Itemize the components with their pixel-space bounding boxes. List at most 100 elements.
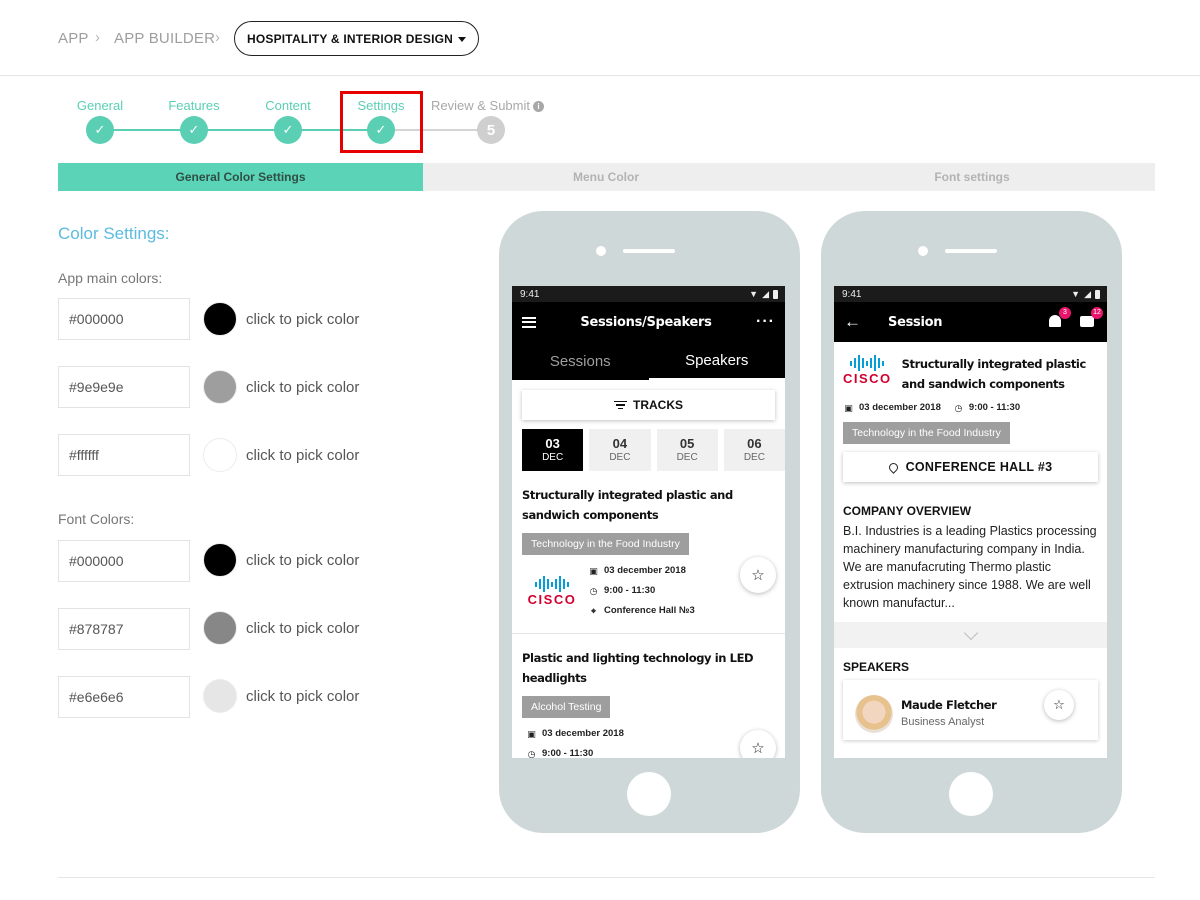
- date-chip[interactable]: 03 DEC: [522, 429, 584, 471]
- app-color-2-swatch[interactable]: [203, 370, 237, 404]
- favorite-star-icon[interactable]: ☆: [1044, 690, 1074, 720]
- location-button[interactable]: CONFERENCE HALL #3: [843, 452, 1098, 482]
- date-selector: 03 DEC 04 DEC 05 DEC 06 DEC: [522, 429, 785, 471]
- step-dot-content[interactable]: ✓: [274, 116, 302, 144]
- location-label: CONFERENCE HALL #3: [905, 460, 1053, 474]
- app-color-3-pick[interactable]: click to pick color: [246, 447, 359, 464]
- font-color-1-pick[interactable]: click to pick color: [246, 552, 359, 569]
- session-title: Structurally integrated plastic and sand…: [901, 357, 1087, 391]
- tab-menu-color[interactable]: Menu Color: [423, 163, 789, 191]
- session-time: 9:00 - 11:30: [542, 748, 594, 758]
- project-select[interactable]: HOSPITALITY & INTERIOR DESIGN: [234, 21, 479, 56]
- step-dot-general[interactable]: ✓: [86, 116, 114, 144]
- cisco-logo: CISCO: [522, 575, 582, 607]
- top-bar: APP › APP BUILDER › HOSPITALITY & INTERI…: [0, 0, 1200, 76]
- chevron-right-icon: ›: [95, 29, 100, 46]
- step-label-review[interactable]: Review & Submit i: [431, 98, 561, 113]
- phone-speaker: [623, 249, 675, 253]
- session-date: 03 december 2018: [542, 728, 624, 739]
- calendar-icon: ▣: [844, 403, 853, 413]
- font-color-3-input[interactable]: [58, 676, 190, 718]
- date-chip[interactable]: 06 DEC: [723, 429, 785, 471]
- font-color-2-input[interactable]: [58, 608, 190, 650]
- tab-speakers[interactable]: Speakers: [648, 342, 785, 380]
- session-tag: Technology in the Food Industry: [843, 422, 1010, 444]
- step-label-content[interactable]: Content: [238, 98, 338, 113]
- app-color-1-pick[interactable]: click to pick color: [246, 311, 359, 328]
- font-color-1-swatch[interactable]: [203, 543, 237, 577]
- filter-icon: [614, 399, 627, 412]
- font-color-2-pick[interactable]: click to pick color: [246, 620, 359, 637]
- font-color-3-swatch[interactable]: [203, 679, 237, 713]
- menu-icon[interactable]: [522, 316, 536, 328]
- calendar-icon: ▣: [527, 729, 536, 739]
- app-color-1-swatch[interactable]: [203, 302, 237, 336]
- speaker-card[interactable]: Maude Fletcher Business Analyst ☆: [843, 680, 1098, 740]
- caret-down-icon: [458, 36, 467, 42]
- step-dot-features[interactable]: ✓: [180, 116, 208, 144]
- wifi-icon: ▼: [749, 289, 759, 299]
- font-color-2-swatch[interactable]: [203, 611, 237, 645]
- font-colors-label: Font Colors:: [58, 511, 135, 527]
- session-title: Structurally integrated plastic and sand…: [522, 488, 733, 522]
- chevron-right-icon: ›: [215, 29, 220, 46]
- cisco-wordmark: CISCO: [527, 592, 577, 607]
- date-chip[interactable]: 05 DEC: [656, 429, 718, 471]
- app-color-2-pick[interactable]: click to pick color: [246, 379, 359, 396]
- more-icon[interactable]: ···: [756, 313, 775, 331]
- chat-badge: 12: [1091, 307, 1103, 319]
- session-card[interactable]: Plastic and lighting technology in LED h…: [512, 634, 785, 758]
- app-main-colors-label: App main colors:: [58, 270, 163, 286]
- breadcrumb-app[interactable]: APP: [58, 30, 89, 47]
- tab-font-settings[interactable]: Font settings: [789, 163, 1155, 191]
- back-arrow-icon[interactable]: ←: [844, 312, 874, 332]
- favorite-star-icon[interactable]: ☆: [740, 730, 776, 758]
- phone-camera: [918, 246, 928, 256]
- speaker-name: Maude Fletcher: [901, 698, 997, 712]
- info-icon[interactable]: i: [532, 101, 544, 112]
- font-color-1-input[interactable]: [58, 540, 190, 582]
- date-day: 03: [545, 436, 560, 451]
- date-month: DEC: [743, 452, 765, 463]
- tab-sessions[interactable]: Sessions: [512, 342, 649, 380]
- app-color-2-input[interactable]: [58, 366, 190, 408]
- app-color-1-input[interactable]: [58, 298, 190, 340]
- phone-camera: [596, 246, 606, 256]
- favorite-star-icon[interactable]: ☆: [740, 557, 776, 593]
- font-color-3-pick[interactable]: click to pick color: [246, 688, 359, 705]
- breadcrumb-app-builder[interactable]: APP BUILDER: [114, 30, 215, 47]
- date-day: 04: [612, 436, 628, 451]
- step-label-general[interactable]: General: [50, 98, 150, 113]
- speaker-role: Business Analyst: [901, 716, 985, 728]
- app-bar: Sessions/Speakers ···: [512, 302, 785, 342]
- expand-overview-button[interactable]: [834, 622, 1107, 648]
- company-overview-text: B.I. Industries is a leading Plastics pr…: [843, 524, 1097, 610]
- tab-general-color-settings[interactable]: General Color Settings: [58, 163, 423, 191]
- speakers-heading: SPEAKERS: [843, 660, 910, 674]
- step-label-features[interactable]: Features: [144, 98, 244, 113]
- signal-icon: ◢: [762, 288, 769, 299]
- chat-icon[interactable]: 12: [1077, 307, 1103, 331]
- footer-divider: [58, 877, 1155, 878]
- tracks-label: TRACKS: [633, 398, 683, 412]
- date-chip[interactable]: 04 DEC: [589, 429, 651, 471]
- app-color-3-swatch[interactable]: [203, 438, 237, 472]
- phone-screen: 9:41 ▼ ◢ Sessions/Speakers ··· Sessions S…: [512, 286, 785, 758]
- tracks-button[interactable]: TRACKS: [522, 390, 775, 420]
- status-bar: 9:41 ▼ ◢: [512, 286, 785, 302]
- current-step-highlight: [340, 91, 423, 153]
- session-card[interactable]: Structurally integrated plastic and sand…: [512, 471, 785, 634]
- status-time: 9:41: [520, 288, 540, 300]
- notifications-bell-icon[interactable]: 3: [1045, 307, 1071, 331]
- date-month: DEC: [676, 452, 698, 463]
- clock-icon: ◷: [589, 586, 598, 596]
- location-pin-icon: [886, 460, 900, 474]
- app-color-3-input[interactable]: [58, 434, 190, 476]
- step-dot-review[interactable]: 5: [477, 116, 505, 144]
- signal-icon: ◢: [1084, 288, 1091, 299]
- date-month: DEC: [542, 452, 564, 463]
- status-time: 9:41: [842, 288, 862, 300]
- app-bar: ← Session 3 12: [834, 302, 1107, 342]
- battery-icon: [773, 289, 778, 299]
- session-tag: Technology in the Food Industry: [522, 533, 689, 555]
